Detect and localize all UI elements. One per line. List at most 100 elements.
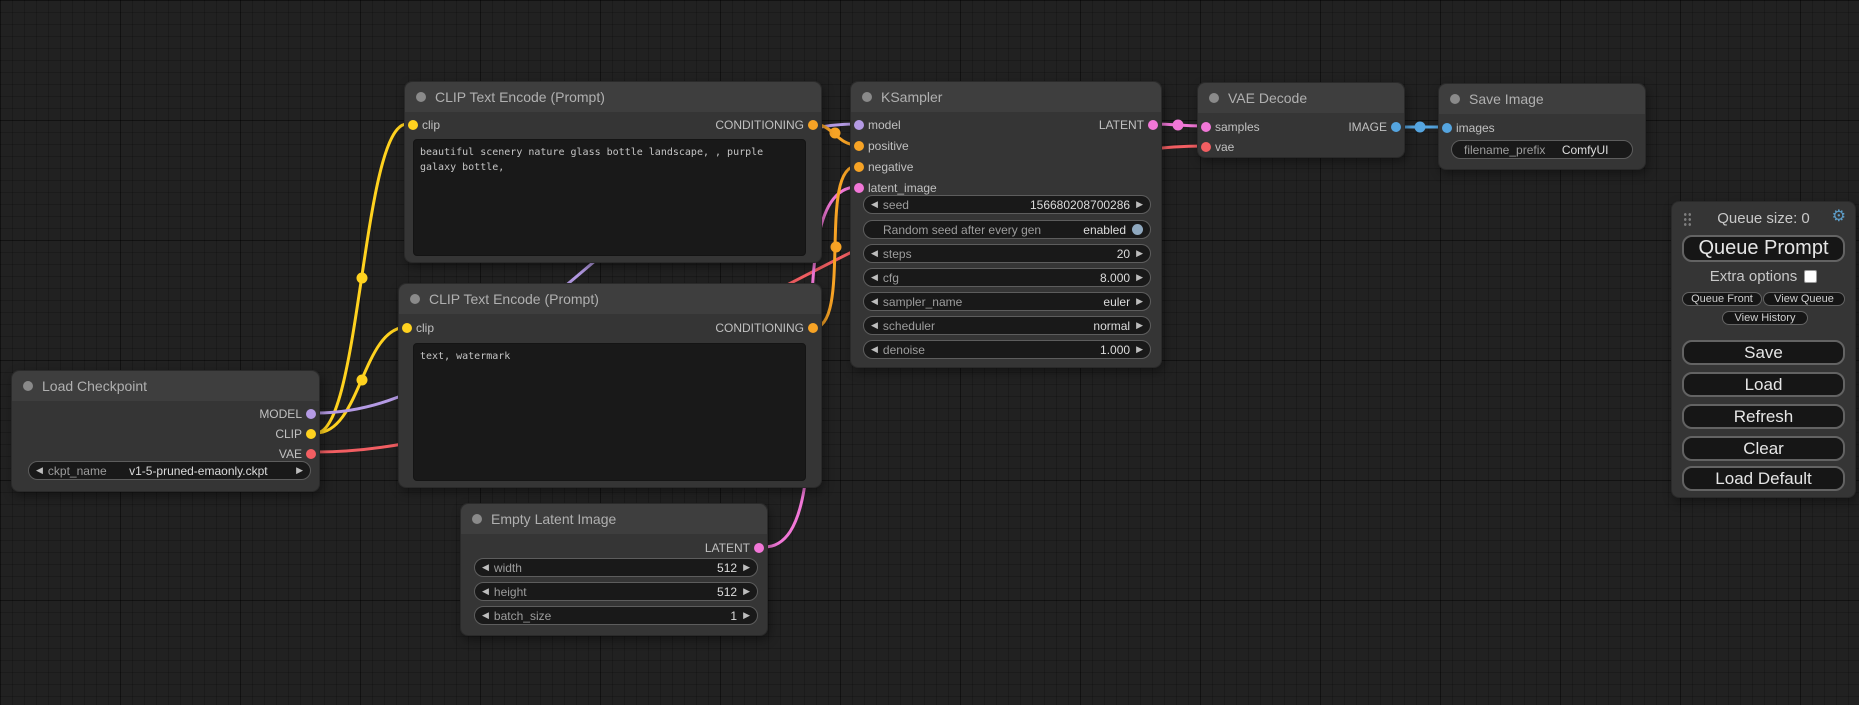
increment-arrow-icon[interactable] — [743, 563, 750, 572]
input-port-samples[interactable]: samples — [1198, 117, 1260, 137]
steps-stepper[interactable]: steps 20 — [863, 244, 1151, 263]
decrement-arrow-icon[interactable] — [871, 345, 878, 354]
output-port-conditioning[interactable]: CONDITIONING — [715, 318, 821, 338]
latent-output-dot[interactable] — [754, 543, 764, 553]
settings-gear-icon[interactable]: ⚙ — [1832, 209, 1846, 225]
collapse-dot-icon[interactable] — [410, 294, 420, 304]
increment-arrow-icon[interactable] — [1136, 345, 1143, 354]
node-clip-text-encode-positive[interactable]: CLIP Text Encode (Prompt) clip CONDITION… — [404, 81, 822, 263]
cfg-stepper[interactable]: cfg 8.000 — [863, 268, 1151, 287]
output-port-latent[interactable]: LATENT — [705, 538, 767, 558]
save-button[interactable]: Save — [1682, 340, 1845, 365]
ckpt-name-selector[interactable]: ckpt_name v1-5-pruned-emaonly.ckpt — [28, 461, 311, 480]
seed-stepper[interactable]: seed 156680208700286 — [863, 195, 1151, 214]
input-port-vae[interactable]: vae — [1198, 137, 1234, 157]
conditioning-output-dot[interactable] — [808, 120, 818, 130]
increment-arrow-icon[interactable] — [1136, 321, 1143, 330]
model-output-dot[interactable] — [306, 409, 316, 419]
decrement-arrow-icon[interactable] — [871, 321, 878, 330]
node-vae-decode[interactable]: VAE Decode samples vae IMAGE — [1197, 82, 1405, 158]
input-port-negative[interactable]: negative — [851, 157, 913, 177]
node-header[interactable]: VAE Decode — [1198, 83, 1404, 113]
node-clip-text-encode-negative[interactable]: CLIP Text Encode (Prompt) clip CONDITION… — [398, 283, 822, 488]
node-header[interactable]: CLIP Text Encode (Prompt) — [405, 82, 821, 112]
denoise-stepper[interactable]: denoise 1.000 — [863, 340, 1151, 359]
increment-arrow-icon[interactable] — [1136, 297, 1143, 306]
clip-output-dot[interactable] — [306, 429, 316, 439]
decrement-arrow-icon[interactable] — [871, 249, 878, 258]
node-header[interactable]: Load Checkpoint — [12, 371, 319, 401]
node-header[interactable]: Empty Latent Image — [461, 504, 767, 534]
samples-input-dot[interactable] — [1201, 122, 1211, 132]
toggle-indicator-icon[interactable] — [1132, 224, 1143, 235]
increment-arrow-icon[interactable] — [1136, 273, 1143, 282]
decrement-arrow-icon[interactable] — [871, 200, 878, 209]
clip-input-dot[interactable] — [402, 323, 412, 333]
input-port-model[interactable]: model — [851, 115, 901, 135]
vae-output-dot[interactable] — [306, 449, 316, 459]
output-port-image[interactable]: IMAGE — [1348, 117, 1404, 137]
increment-arrow-icon[interactable] — [1136, 200, 1143, 209]
node-save-image[interactable]: Save Image images filename_prefix ComfyU… — [1438, 83, 1646, 170]
collapse-dot-icon[interactable] — [1450, 94, 1460, 104]
clip-input-dot[interactable] — [408, 120, 418, 130]
node-header[interactable]: Save Image — [1439, 84, 1645, 114]
view-history-button[interactable]: View History — [1722, 311, 1808, 325]
collapse-dot-icon[interactable] — [1209, 93, 1219, 103]
node-empty-latent-image[interactable]: Empty Latent Image LATENT width 512 heig… — [460, 503, 768, 636]
decrement-arrow-icon[interactable] — [36, 466, 43, 475]
negative-prompt-textarea[interactable]: text, watermark — [413, 343, 806, 481]
increment-arrow-icon[interactable] — [1136, 249, 1143, 258]
negative-input-dot[interactable] — [854, 162, 864, 172]
node-header[interactable]: CLIP Text Encode (Prompt) — [399, 284, 821, 314]
extra-options-checkbox[interactable] — [1804, 270, 1817, 283]
width-stepper[interactable]: width 512 — [474, 558, 758, 577]
scheduler-selector[interactable]: scheduler normal — [863, 316, 1151, 335]
collapse-dot-icon[interactable] — [416, 92, 426, 102]
input-port-positive[interactable]: positive — [851, 136, 909, 156]
input-port-images[interactable]: images — [1439, 118, 1495, 138]
input-port-clip[interactable]: clip — [405, 115, 440, 135]
height-stepper[interactable]: height 512 — [474, 582, 758, 601]
decrement-arrow-icon[interactable] — [482, 563, 489, 572]
node-header[interactable]: KSampler — [851, 82, 1161, 112]
collapse-dot-icon[interactable] — [472, 514, 482, 524]
output-port-clip[interactable]: CLIP — [275, 424, 319, 444]
input-port-clip[interactable]: clip — [399, 318, 434, 338]
decrement-arrow-icon[interactable] — [871, 297, 878, 306]
decrement-arrow-icon[interactable] — [482, 611, 489, 620]
increment-arrow-icon[interactable] — [296, 466, 303, 475]
decrement-arrow-icon[interactable] — [871, 273, 878, 282]
queue-prompt-button[interactable]: Queue Prompt — [1682, 235, 1845, 262]
increment-arrow-icon[interactable] — [743, 587, 750, 596]
load-default-button[interactable]: Load Default — [1682, 466, 1845, 491]
collapse-dot-icon[interactable] — [862, 92, 872, 102]
queue-front-button[interactable]: Queue Front — [1682, 292, 1762, 306]
positive-input-dot[interactable] — [854, 141, 864, 151]
collapse-dot-icon[interactable] — [23, 381, 33, 391]
random-seed-toggle[interactable]: Random seed after every gen enabled — [863, 220, 1151, 239]
clear-button[interactable]: Clear — [1682, 436, 1845, 461]
output-port-latent[interactable]: LATENT — [1099, 115, 1161, 135]
output-port-conditioning[interactable]: CONDITIONING — [715, 115, 821, 135]
increment-arrow-icon[interactable] — [743, 611, 750, 620]
latent-image-input-dot[interactable] — [854, 183, 864, 193]
widget-label: height — [494, 585, 527, 599]
node-load-checkpoint[interactable]: Load Checkpoint MODEL CLIP VAE ckpt_name… — [11, 370, 320, 492]
vae-input-dot[interactable] — [1201, 142, 1211, 152]
latent-output-dot[interactable] — [1148, 120, 1158, 130]
sampler-name-selector[interactable]: sampler_name euler — [863, 292, 1151, 311]
output-port-model[interactable]: MODEL — [259, 404, 319, 424]
image-output-dot[interactable] — [1391, 122, 1401, 132]
view-queue-button[interactable]: View Queue — [1763, 292, 1845, 306]
conditioning-output-dot[interactable] — [808, 323, 818, 333]
batch-size-stepper[interactable]: batch_size 1 — [474, 606, 758, 625]
model-input-dot[interactable] — [854, 120, 864, 130]
images-input-dot[interactable] — [1442, 123, 1452, 133]
node-ksampler[interactable]: KSampler model positive negative latent_… — [850, 81, 1162, 368]
refresh-button[interactable]: Refresh — [1682, 404, 1845, 429]
load-button[interactable]: Load — [1682, 372, 1845, 397]
filename-prefix-field[interactable]: filename_prefix ComfyUI — [1451, 140, 1633, 159]
positive-prompt-textarea[interactable]: beautiful scenery nature glass bottle la… — [413, 139, 806, 256]
decrement-arrow-icon[interactable] — [482, 587, 489, 596]
